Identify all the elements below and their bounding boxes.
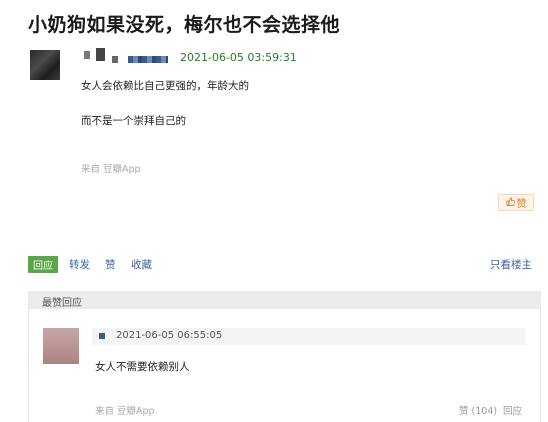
only-op-link[interactable]: 只看楼主 <box>490 257 532 272</box>
reply-timestamp: 2021-06-05 06:55:05 <box>116 330 223 341</box>
page-title: 小奶狗如果没死，梅尔也不会选择他 <box>28 14 341 36</box>
reply-source: 来自 豆瓣App <box>95 406 155 417</box>
like-label: 赞 <box>516 199 527 210</box>
reply-button[interactable]: 回应 <box>28 256 58 273</box>
reply-like-count[interactable]: 赞 (104) <box>459 403 497 417</box>
author-name-blurred[interactable] <box>128 56 168 63</box>
author-name-blurred <box>112 56 118 63</box>
reply-text: 女人不需要依赖别人 <box>95 361 190 373</box>
post-text-line-2: 而不是一个崇拜自己的 <box>81 115 186 127</box>
post-timestamp: 2021-06-05 03:59:31 <box>180 51 297 64</box>
hot-replies-header: 最赞回应 <box>28 291 541 309</box>
author-name-blurred <box>84 51 90 59</box>
reply-reply-link[interactable]: 回应 <box>503 403 522 417</box>
share-link[interactable]: 转发 <box>69 257 90 272</box>
like-button[interactable]: 赞 <box>498 194 534 211</box>
reply-author-blurred[interactable] <box>99 333 105 339</box>
reply-meta-bar: 2021-06-05 06:55:05 <box>92 328 526 345</box>
post-text-line-1: 女人会依赖比自己更强的，年龄大的 <box>81 80 249 92</box>
favorite-link[interactable]: 收藏 <box>131 257 152 272</box>
author-name-blurred <box>96 48 105 61</box>
thumbs-up-icon <box>505 196 515 209</box>
author-avatar[interactable] <box>30 50 60 80</box>
reply-avatar[interactable] <box>43 328 79 364</box>
like-link[interactable]: 赞 <box>105 257 116 272</box>
post-source: 来自 豆瓣App <box>81 164 141 175</box>
